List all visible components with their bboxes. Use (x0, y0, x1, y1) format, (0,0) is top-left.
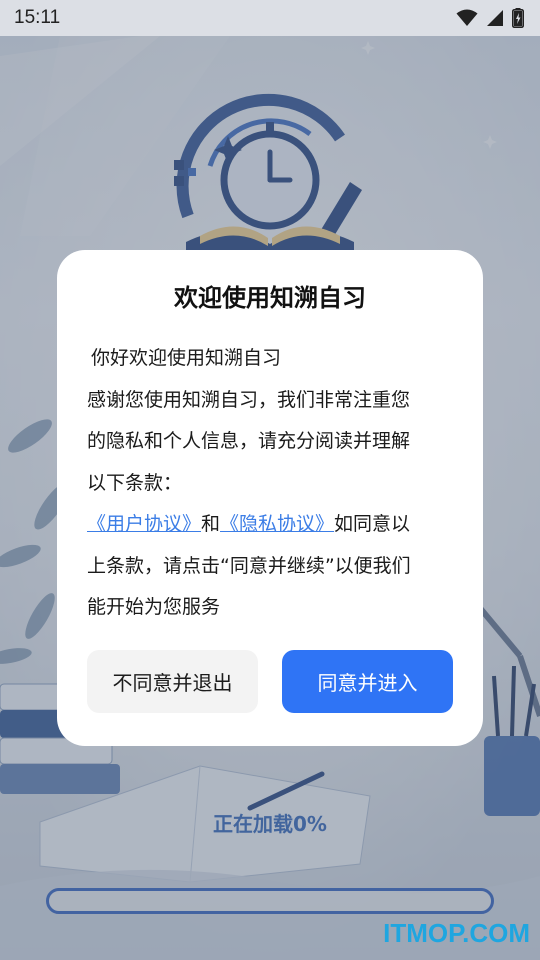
dialog-body: 你好欢迎使用知溯自习 感谢您使用知溯自习，我们非常注重您 的隐私和个人信息，请充… (87, 338, 453, 629)
consent-line-1: 《用户协议》和《隐私协议》如同意以 (87, 504, 453, 546)
status-icons (456, 8, 524, 28)
wifi-icon (456, 9, 478, 26)
decline-and-exit-button[interactable]: 不同意并退出 (87, 650, 258, 713)
agree-and-enter-button[interactable]: 同意并进入 (282, 650, 453, 713)
battery-charging-icon (512, 8, 524, 28)
status-bar: 15:11 (0, 0, 540, 36)
status-time: 15:11 (14, 7, 61, 28)
watermark-text: ITMOP.COM (383, 918, 530, 948)
consent-line-2: 上条款，请点击“同意并继续”以便我们 (87, 554, 411, 577)
cellular-signal-icon (487, 10, 503, 26)
dialog-button-row: 不同意并退出 同意并进入 (87, 650, 453, 714)
privacy-consent-dialog: 欢迎使用知溯自习 你好欢迎使用知溯自习 感谢您使用知溯自习，我们非常注重您 的隐… (57, 250, 483, 746)
conjunction-text: 和 (201, 513, 221, 535)
privacy-policy-link[interactable]: 《隐私协议》 (220, 513, 334, 535)
consent-line-3: 能开始为您服务 (87, 596, 221, 618)
body-line-2: 的隐私和个人信息，请充分阅读并理解 (87, 430, 411, 452)
dialog-title: 欢迎使用知溯自习 (174, 284, 366, 312)
consent-tail-text: 如同意以 (334, 513, 411, 535)
body-line-3: 以下条款： (87, 471, 183, 494)
body-line-1: 感谢您使用知溯自习，我们非常注重您 (87, 388, 411, 411)
user-agreement-link[interactable]: 《用户协议》 (87, 513, 201, 535)
greeting-text: 你好欢迎使用知溯自习 (91, 347, 282, 369)
